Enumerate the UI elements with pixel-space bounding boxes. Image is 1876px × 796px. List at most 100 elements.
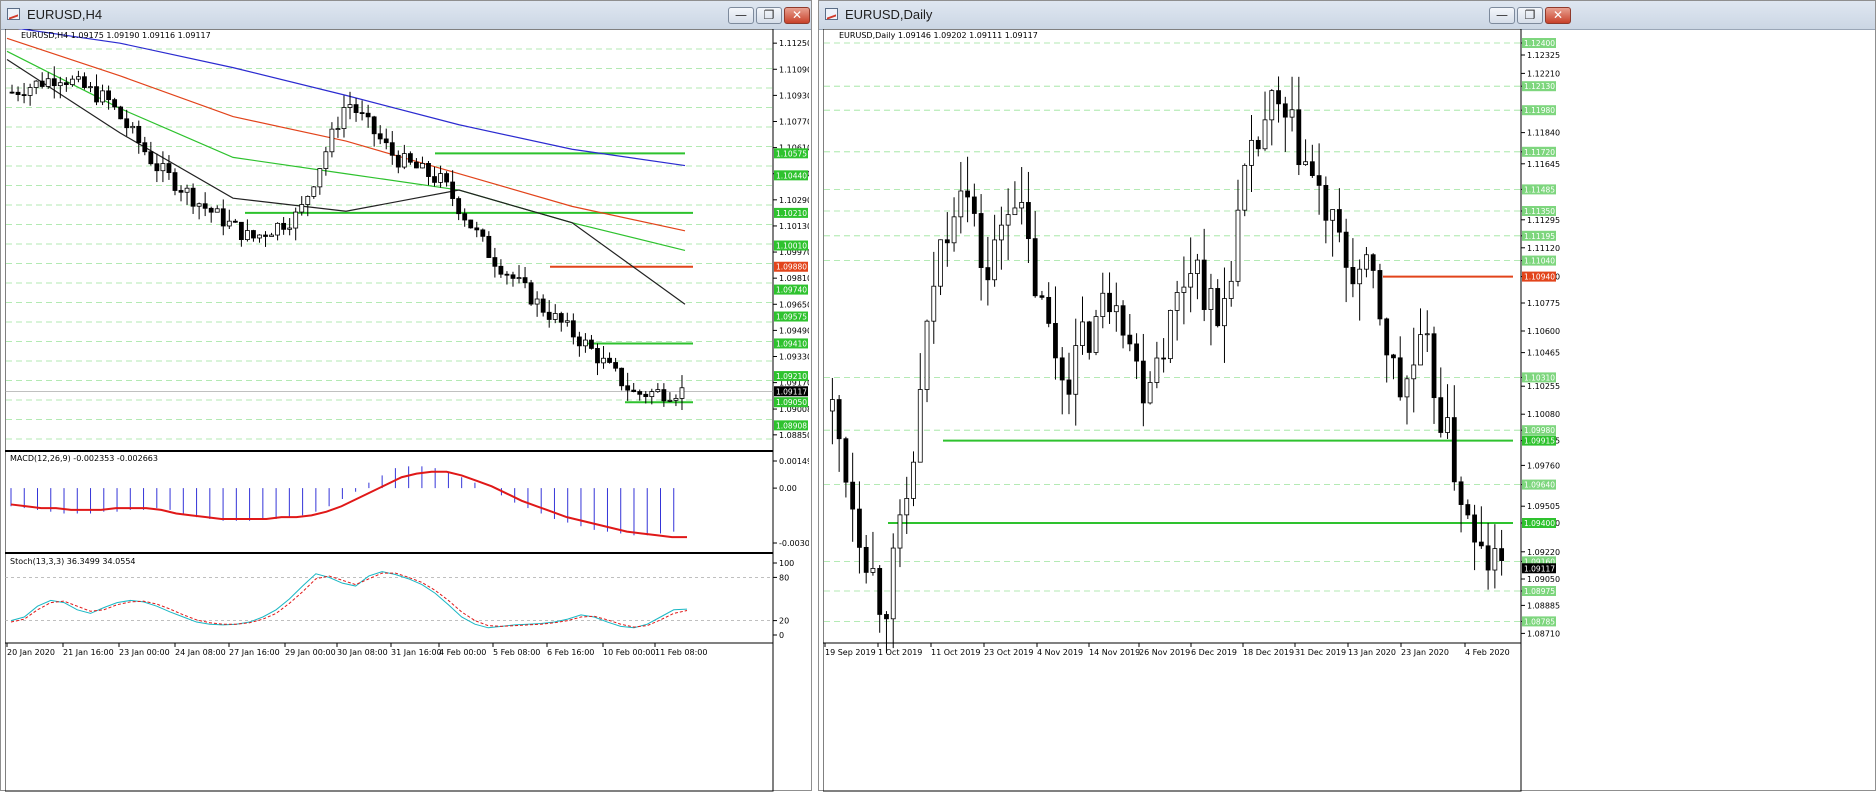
candle-body: [426, 163, 431, 177]
candle-body: [365, 112, 371, 118]
candle-body: [232, 220, 238, 223]
candle-body: [1424, 333, 1430, 336]
level-tag-label: 1.08908: [776, 421, 807, 430]
h4-chart-canvas[interactable]: 1.112501.110901.109301.107701.106101.104…: [4, 26, 820, 792]
candle-body: [985, 267, 991, 281]
candle-body: [1357, 268, 1363, 285]
time-tick-label: 29 Jan 00:00: [285, 648, 336, 657]
time-tick-label: 18 Dec 2019: [1243, 648, 1294, 657]
candle-body: [202, 203, 208, 209]
candle-body: [444, 173, 449, 183]
price-tick-label: 1.11295: [1527, 216, 1560, 225]
price-tick-label: 1.08850: [779, 431, 809, 440]
candle-body: [184, 187, 190, 193]
right-chart-area[interactable]: 1.12400 1.12325 1.12210 1.12130 1.11980 1.118…: [822, 28, 1873, 792]
candle-body: [1458, 481, 1464, 505]
candle-body: [924, 320, 930, 390]
close-button[interactable]: ✕: [1545, 7, 1571, 24]
candle-body: [829, 399, 835, 412]
candle-body: [1296, 109, 1302, 166]
candle-body: [1289, 109, 1295, 118]
candle-body: [1438, 397, 1444, 433]
restore-button[interactable]: ❐: [1517, 7, 1543, 24]
candle-body: [190, 187, 196, 207]
level-tag-label: 1.10440: [776, 171, 807, 180]
candle-body: [1066, 379, 1072, 395]
restore-button[interactable]: ❐: [756, 7, 782, 24]
candle-body: [317, 168, 323, 188]
candle-body: [679, 387, 685, 399]
level-tag-label: 1.09575: [776, 313, 807, 322]
price-tick-label: 1.09330: [779, 353, 809, 362]
price-tick-label: 1.09490: [779, 326, 809, 335]
daily-chart-canvas[interactable]: 1.12400 1.12325 1.12210 1.12130 1.11980 1.118…: [822, 28, 1873, 792]
price-tick-label: 1.08885: [1527, 601, 1560, 610]
price-tick-label: 1.11840: [1527, 129, 1560, 138]
candle-body: [613, 362, 618, 369]
minimize-button[interactable]: —: [728, 7, 754, 24]
time-tick-label: 4 Feb 00:00: [439, 648, 486, 657]
candle-body: [1262, 119, 1268, 150]
right-chart-window[interactable]: EURUSD,Daily — ❐ ✕ 1.12400 1.12325 1.12210…: [818, 0, 1876, 792]
time-tick-label: 11 Feb 08:00: [655, 648, 707, 657]
candle-body: [69, 78, 75, 85]
candle-body: [172, 172, 178, 191]
price-tick-label: 1.11980: [1524, 106, 1555, 115]
candle-body: [1364, 254, 1369, 270]
candle-body: [1411, 364, 1417, 380]
candle-body: [534, 298, 540, 305]
candle-body: [1255, 139, 1261, 150]
candle-body: [136, 125, 142, 144]
candle-body: [371, 116, 377, 135]
candle-body: [432, 176, 437, 183]
candle-body: [595, 348, 600, 364]
left-window-titlebar[interactable]: EURUSD,H4 — ❐ ✕: [1, 1, 811, 30]
candle-body: [1445, 417, 1450, 433]
candle-body: [998, 224, 1004, 241]
candle-body: [1316, 175, 1322, 186]
candle-body: [516, 277, 522, 280]
candle-body: [347, 104, 353, 108]
time-tick-label: 6 Dec 2019: [1191, 648, 1237, 657]
left-chart-window[interactable]: EURUSD,H4 — ❐ ✕ 1.11250 1.11090 1.10930 1.1…: [0, 0, 820, 792]
candle-body: [281, 222, 287, 230]
candle-body: [1127, 334, 1133, 345]
candle-body: [112, 99, 118, 108]
candle-body: [904, 498, 910, 516]
candle-body: [1147, 382, 1153, 404]
right-window-titlebar[interactable]: EURUSD,Daily — ❐ ✕: [819, 1, 1875, 30]
candle-body: [1201, 259, 1207, 310]
stoch-header: Stoch(13,3,3) 36.3499 34.0554: [10, 557, 136, 566]
price-tick-label: 1.12325: [1527, 51, 1560, 60]
candle-body: [214, 208, 220, 213]
candle-body: [15, 91, 21, 95]
price-tick-label: 1.10310: [1524, 373, 1555, 382]
candle-body: [480, 229, 486, 237]
price-tick-label: 1.09640: [1524, 481, 1555, 490]
candle-body: [619, 367, 625, 387]
time-tick-label: 4 Feb 2020: [1465, 648, 1510, 657]
candle-body: [558, 313, 564, 323]
close-button[interactable]: ✕: [784, 7, 810, 24]
candle-body: [474, 227, 480, 231]
candle-body: [51, 78, 57, 87]
left-chart-area[interactable]: 1.112501.110901.109301.107701.106101.104…: [4, 26, 820, 792]
candle-body: [341, 107, 347, 129]
candle-body: [931, 285, 937, 322]
time-tick-label: 23 Oct 2019: [984, 648, 1033, 657]
candle-body: [1309, 161, 1315, 176]
minimize-button[interactable]: —: [1489, 7, 1515, 24]
candle-body: [100, 90, 105, 103]
candle-body: [45, 78, 51, 87]
candle-body: [438, 173, 443, 183]
candle-body: [1053, 323, 1058, 359]
candle-body: [462, 213, 468, 221]
candle-body: [564, 320, 570, 323]
candle-body: [601, 357, 606, 364]
candle-body: [269, 234, 274, 237]
candle-body: [1391, 354, 1396, 359]
candle-body: [1336, 209, 1342, 233]
level-tag-label: 1.09880: [776, 263, 807, 272]
candle-body: [522, 277, 528, 284]
candle-body: [965, 190, 970, 198]
